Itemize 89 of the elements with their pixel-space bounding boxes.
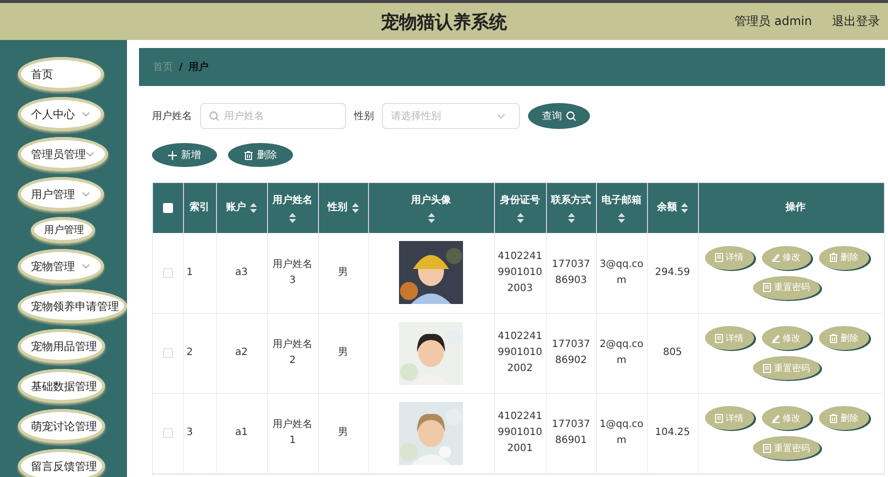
sort-icon[interactable] [568,213,574,223]
app-title: 宠物猫认养系统 [381,10,507,34]
column-header[interactable]: 账户 [216,183,267,233]
pencil-icon [772,253,780,262]
breadcrumb-link[interactable]: 用户 [188,60,209,74]
pencil-icon [772,414,780,422]
table-cell: 17703786903 [552,258,590,286]
sidebar-item[interactable]: 萌宠讨论管理 [18,409,105,443]
breadcrumb-separator: / [179,62,183,72]
document-icon [763,283,771,292]
gender-select-box[interactable]: 请选择性别 [382,103,520,129]
table-cell: 1 [186,266,193,278]
column-header[interactable]: 余额 [647,183,698,233]
table-cell: 男 [338,347,348,358]
add-button[interactable]: 新增 [152,143,217,167]
sort-icon[interactable] [250,203,257,213]
column-header[interactable]: 身份证号 [494,183,546,233]
sort-icon[interactable] [289,213,296,223]
column-header[interactable]: 性别 [318,183,368,233]
search-icon [566,111,576,121]
sidebar-item[interactable]: 宠物用品管理 [18,329,105,363]
sidebar-item[interactable]: 宠物管理 [18,249,104,283]
logout-link[interactable]: 退出登录 [832,13,880,30]
pencil-icon [772,334,780,342]
chevron-down-icon [82,264,90,268]
sidebar-item[interactable]: 宠物领养申请管理 [18,289,127,323]
sort-icon[interactable] [352,203,358,213]
sort-icon[interactable] [516,213,524,223]
column-header[interactable]: 联系方式 [546,183,596,233]
sidebar-item[interactable]: 留言反馈管理 [18,449,105,477]
table-cell: 用户姓名3 [272,258,312,286]
table-cell: 17703786902 [552,339,590,366]
sidebar-item[interactable]: 基础数据管理 [18,369,105,403]
admin-user-label: 管理员 admin [734,13,812,30]
table-cell: 1@qq.com [600,419,644,446]
column-header: 操作 [698,183,884,233]
sidebar-item[interactable]: 个人中心 [18,97,104,131]
row-checkbox[interactable] [162,428,173,438]
query-button[interactable]: 查询 [528,103,590,129]
table-cell: 3@qq.com [600,258,644,286]
document-icon [763,444,771,452]
table-cell: 2@qq.com [600,339,644,366]
document-icon [763,364,771,372]
table-cell: a3 [235,266,248,278]
table-cell: a1 [235,427,248,438]
plus-icon [168,150,177,160]
document-icon [714,334,722,342]
trash-icon [244,150,253,160]
trash-icon [828,334,838,342]
sidebar-item[interactable]: 首页 [18,57,104,91]
trash-icon [828,414,838,422]
sidebar-item[interactable]: 用户管理 [18,177,104,211]
chevron-down-icon [82,112,90,116]
sort-icon[interactable] [618,213,625,223]
table-cell: a2 [235,347,248,358]
column-header[interactable]: 电子邮箱 [596,183,647,233]
document-icon [714,414,722,422]
table-cell: 410224199010102003 [498,250,542,294]
row-checkbox[interactable] [162,268,173,278]
field-label: 性别 [354,110,374,123]
table-cell: 805 [662,347,682,358]
select-all-checkbox[interactable] [162,203,173,213]
trash-icon [828,253,838,262]
sidebar-subitem[interactable]: 用户管理 [31,217,95,243]
table-cell: 17703786901 [552,419,590,446]
table-cell: 410224199010102002 [498,331,542,374]
table-cell: 用户姓名1 [272,419,312,446]
column-header[interactable]: 用户头像 [368,183,494,233]
field-label: 用户姓名 [152,110,192,123]
table-cell: 2 [186,347,193,358]
sort-icon[interactable] [681,203,688,213]
column-header[interactable]: 用户姓名 [267,183,318,233]
table-cell: 104.25 [655,427,690,438]
table-cell: 男 [338,266,348,278]
column-header: 索引 [183,183,216,233]
search-icon [209,111,219,121]
table-cell: 男 [338,427,348,438]
document-icon [714,253,722,262]
chevron-down-icon [497,114,505,118]
chevron-down-icon [82,192,90,196]
table-cell: 用户姓名2 [272,339,312,366]
delete-button[interactable]: 删除 [228,143,293,167]
sort-icon[interactable] [428,213,434,223]
table-cell: 3 [186,427,193,438]
row-checkbox[interactable] [162,348,173,358]
sidebar-item[interactable]: 管理员管理 [18,137,108,171]
chevron-down-icon [86,152,94,156]
table-cell: 294.59 [655,266,690,278]
table-cell: 410224199010102001 [498,411,542,454]
